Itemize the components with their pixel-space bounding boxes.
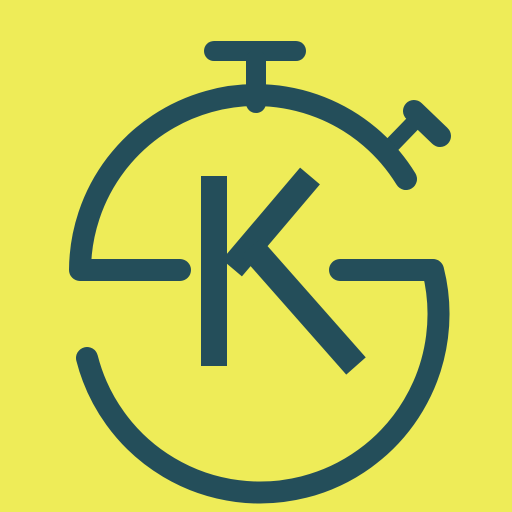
stopwatch-icon	[69, 41, 451, 504]
stopwatch-side-button	[382, 100, 451, 155]
stopwatch-ring-lower	[76, 259, 450, 504]
app-icon	[0, 0, 512, 512]
